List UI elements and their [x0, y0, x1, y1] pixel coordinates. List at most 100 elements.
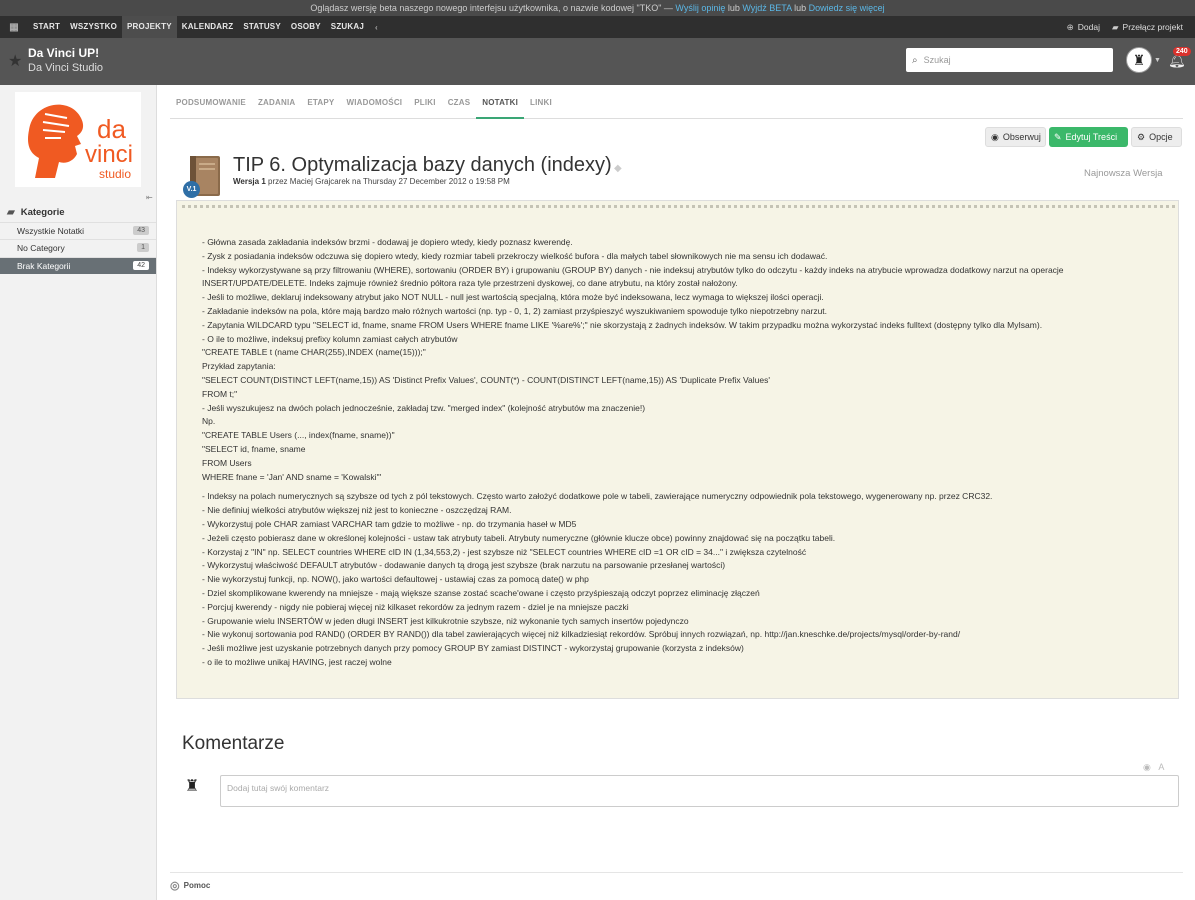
category-heading: ▰ Kategorie [0, 203, 156, 222]
help-icon: ◎ [170, 880, 180, 892]
search-input[interactable]: ⌕ Szukaj [906, 48, 1113, 72]
add-label: Dodaj [1077, 22, 1100, 32]
edit-label: Edytuj Treści [1065, 132, 1118, 142]
company-logo: da vinci studio [15, 92, 141, 187]
folder-icon: ▰ [7, 207, 15, 218]
note-body: - Główna zasada zakładania indeksów brzm… [202, 236, 1162, 670]
apps-grid-icon[interactable]: ▦ [0, 16, 28, 38]
notification-badge[interactable]: 240 [1173, 47, 1191, 56]
note-line: - Jeżeli często pobierasz dane w określo… [202, 532, 836, 543]
note-line: - Jeśli to możliwe, deklaruj indeksowany… [202, 292, 824, 303]
search-icon: ⌕ [912, 54, 918, 66]
logo-text-da: da [97, 114, 126, 144]
switch-project-button[interactable]: ▰ Przełącz projekt [1112, 22, 1183, 33]
tab-etapy[interactable]: ETAPY [301, 97, 340, 119]
category-count: 42 [133, 261, 149, 270]
sidebar: da vinci studio ⇤ ▰ Kategorie Wszystkie … [0, 85, 157, 900]
note-line: "CREATE TABLE Users (..., index(fname, s… [202, 430, 395, 441]
edit-content-button[interactable]: ✎ Edytuj Treści [1049, 127, 1128, 147]
version-label[interactable]: Wersja 1 [233, 177, 266, 186]
version-meta: przez Maciej Grajcarek na Thursday 27 De… [265, 177, 510, 186]
category-item-all[interactable]: Wszystkie Notatki 43 [0, 222, 156, 239]
learn-more-link[interactable]: Dowiedz się więcej [809, 3, 885, 13]
chevron-left-icon[interactable]: ‹ [369, 23, 384, 32]
category-heading-label: Kategorie [20, 207, 65, 218]
tag-icon[interactable]: ◆ [614, 163, 622, 174]
tab-zadania[interactable]: ZADANIA [252, 97, 301, 119]
project-tabs: PODSUMOWANIE ZADANIA ETAPY WIADOMOŚCI PL… [170, 97, 1183, 119]
collapse-sidebar-icon[interactable]: ⇤ [146, 193, 153, 202]
version-info: Wersja 1 przez Maciej Grajcarek na Thurs… [233, 177, 510, 186]
note-line: "SELECT id, fname, sname [202, 443, 306, 454]
tab-pliki[interactable]: PLIKI [408, 97, 441, 119]
comment-input[interactable]: Dodaj tutaj swój komentarz [220, 775, 1179, 807]
beta-banner-text: Oglądasz wersję beta naszego nowego inte… [310, 3, 676, 13]
note-line: - Korzystaj z "IN" np. SELECT countries … [202, 546, 807, 557]
note-line: - o ile to możliwe unikaj HAVING, jest r… [202, 656, 392, 667]
category-item-no-category[interactable]: No Category 1 [0, 239, 156, 256]
comment-tools: ◉ A [1143, 762, 1164, 773]
note-line: - Wykorzystuj pole CHAR zamiast VARCHAR … [202, 518, 577, 529]
note-line: - Zapytania WILDCARD typu "SELECT id, fn… [202, 319, 1043, 330]
note-line: - O ile to możliwe, indeksuj prefixy kol… [202, 333, 458, 344]
note-line: - Indeksy wykorzystywane są przy filtrow… [202, 264, 1064, 275]
project-header: ★ Da Vinci UP! Da Vinci Studio ⌕ Szukaj … [0, 38, 1195, 85]
tab-podsumowanie[interactable]: PODSUMOWANIE [170, 97, 252, 119]
note-line: FROM t;" [202, 388, 238, 399]
note-title: TIP 6. Optymalizacja bazy danych (indexy… [233, 154, 612, 176]
tab-notatki[interactable]: NOTATKI [476, 97, 525, 119]
note-line: WHERE fnane = 'Jan' AND sname = 'Kowalsk… [202, 471, 382, 482]
company-name[interactable]: Da Vinci Studio [28, 62, 103, 74]
note-line: - Wykorzystuj właściwość DEFAULT atrybut… [202, 560, 726, 571]
observe-label: Obserwuj [1002, 132, 1041, 142]
tab-linki[interactable]: LINKI [524, 97, 558, 119]
project-title[interactable]: Da Vinci UP! [28, 46, 99, 60]
observe-button[interactable]: ◉ Obserwuj [985, 127, 1046, 147]
note-line: - Nie wykonuj sortowania pod RAND() (ORD… [202, 629, 961, 640]
nav-start[interactable]: START [28, 16, 65, 38]
note-line: - Nie definiuj wielkości atrybutów więks… [202, 505, 512, 516]
nav-projekty[interactable]: PROJEKTY [122, 16, 177, 38]
exit-beta-link[interactable]: Wyjdź BETA [742, 3, 791, 13]
logo-text-studio: studio [99, 167, 131, 181]
eye-icon[interactable]: ◉ [1143, 762, 1151, 772]
latest-version-label[interactable]: Najnowsza Wersja [1084, 168, 1163, 179]
nav-kalendarz[interactable]: KALENDARZ [177, 16, 239, 38]
category-item-brak-kategorii[interactable]: Brak Kategorii 42 [0, 257, 156, 274]
note-line: "SELECT COUNT(DISTINCT LEFT(name,15)) AS… [202, 374, 770, 385]
options-button[interactable]: ⚙ Opcje [1131, 127, 1182, 147]
help-link[interactable]: ◎ Pomoc [170, 879, 210, 892]
plus-circle-icon: ⊕ [1066, 21, 1074, 32]
category-label: Wszystkie Notatki [17, 226, 85, 236]
note-line: Przykład zapytania: [202, 361, 276, 372]
tab-wiadomosci[interactable]: WIADOMOŚCI [340, 97, 408, 119]
tab-czas[interactable]: CZAS [442, 97, 477, 119]
chevron-down-icon[interactable]: ▼ [1154, 57, 1161, 64]
nav-szukaj[interactable]: SZUKAJ [326, 16, 369, 38]
note-line: - Nie wykorzystuj funkcji, np. NOW(), ja… [202, 574, 589, 585]
gear-icon: ⚙ [1137, 131, 1146, 142]
note-line: - Zakładanie indeksów na pola, które maj… [202, 305, 828, 316]
beta-sep-2: lub [791, 3, 809, 13]
nav-statusy[interactable]: STATUSY [238, 16, 286, 38]
category-label: Brak Kategorii [17, 261, 71, 271]
font-icon[interactable]: A [1158, 762, 1164, 772]
switch-project-label: Przełącz projekt [1122, 22, 1183, 32]
version-badge: V.1 [183, 181, 200, 198]
options-label: Opcje [1149, 132, 1173, 142]
note-line: "CREATE TABLE t (name CHAR(255),INDEX (n… [202, 347, 426, 358]
category-count: 1 [137, 243, 149, 252]
nav-osoby[interactable]: OSOBY [286, 16, 326, 38]
folder-icon: ▰ [1111, 21, 1119, 32]
star-icon[interactable]: ★ [8, 51, 22, 71]
logo-text-vinci: vinci [85, 141, 133, 168]
send-feedback-link[interactable]: Wyślij opinię [675, 3, 725, 13]
note-section-1: - Główna zasada zakładania indeksów brzm… [202, 236, 1162, 484]
note-line: FROM Users [202, 457, 252, 468]
category-count: 43 [133, 226, 149, 235]
search-placeholder: Szukaj [923, 55, 951, 65]
add-button[interactable]: ⊕ Dodaj [1067, 22, 1100, 33]
user-avatar[interactable]: ♜ [1126, 47, 1152, 73]
note-line: - Porcjuj kwerendy - nigdy nie pobieraj … [202, 601, 629, 612]
nav-wszystko[interactable]: WSZYSTKO [65, 16, 122, 38]
